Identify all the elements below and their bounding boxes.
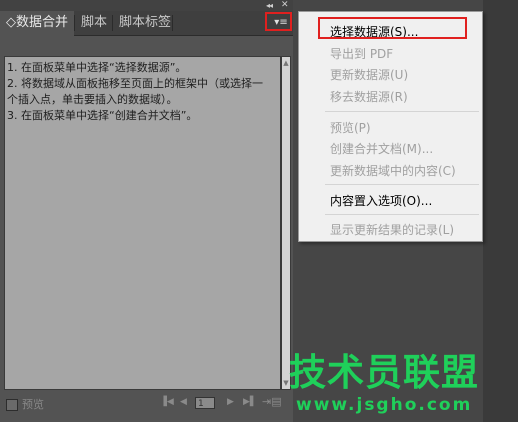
tab-script[interactable]: 脚本 [75,11,113,35]
record-number-field[interactable]: 1 [195,397,215,409]
scroll-up-icon[interactable]: ▲ [282,57,290,69]
menu-item-content-placement-options[interactable]: 内容置入选项(O)... [330,192,432,209]
preview-label: 预览 [22,398,44,411]
first-record-icon[interactable]: ▐◀ [160,397,174,407]
close-panel-icon[interactable]: ✕ [281,0,289,10]
previous-record-icon[interactable]: ◀ [180,397,187,407]
menu-item-update-content-in-fields[interactable]: 更新数据域中的内容(C) [330,162,456,179]
menu-item-show-update-results[interactable]: 显示更新结果的记录(L) [330,221,454,238]
tab-divider [172,15,173,31]
watermark-title: 技术员联盟 [289,351,479,394]
collapse-panel-icon[interactable]: ◂◂ [266,1,273,10]
panel-flyout-menu: 选择数据源(S)... 导出到 PDF 更新数据源(U) 移去数据源(R) 预览… [298,11,483,242]
menu-item-export-pdf[interactable]: 导出到 PDF [330,45,393,62]
menu-separator [325,184,479,185]
panel-top-bar: ◂◂ ✕ [0,0,293,11]
menu-item-create-merged-document[interactable]: 创建合并文档(M)... [330,140,433,157]
instruction-step: 2. 将数据域从面板拖移至页面上的框架中（或选择一个插入点，单击要插入的数据域）… [7,77,263,106]
panel-footer: 预览 ▐◀ ◀ 1 ▶ ▶▌ ⇥▤ [0,392,293,422]
menu-item-remove-data-source[interactable]: 移去数据源(R) [330,88,408,105]
menu-item-update-data-source[interactable]: 更新数据源(U) [330,66,408,83]
instructions-area: 1. 在面板菜单中选择“选择数据源”。 2. 将数据域从面板拖移至页面上的框架中… [4,56,281,390]
watermark-url: www.jsgho.com [296,395,473,415]
instructions-text: 1. 在面板菜单中选择“选择数据源”。 2. 将数据域从面板拖移至页面上的框架中… [7,60,273,124]
menu-separator [325,214,479,215]
right-toolbar-strip [483,0,518,422]
tab-data-merge[interactable]: ◇数据合并 [0,11,74,36]
panel-menu-highlight [265,12,292,31]
next-record-icon[interactable]: ▶ [227,397,234,407]
select-data-source-highlight [318,17,467,39]
tab-script-label[interactable]: 脚本标签 [113,11,177,35]
create-merged-document-icon[interactable]: ⇥▤ [262,395,282,408]
instruction-step: 1. 在面板菜单中选择“选择数据源”。 [7,61,187,74]
vertical-scrollbar[interactable]: ▲ ▼ [281,56,291,390]
menu-item-preview[interactable]: 预览(P) [330,119,371,136]
last-record-icon[interactable]: ▶▌ [243,397,257,407]
instruction-step: 3. 在面板菜单中选择“创建合并文档”。 [7,109,198,122]
menu-separator [325,111,479,112]
preview-checkbox[interactable] [6,399,18,411]
panel-tabs: ◇数据合并 脚本 脚本标签 ▾≡ [0,11,293,36]
